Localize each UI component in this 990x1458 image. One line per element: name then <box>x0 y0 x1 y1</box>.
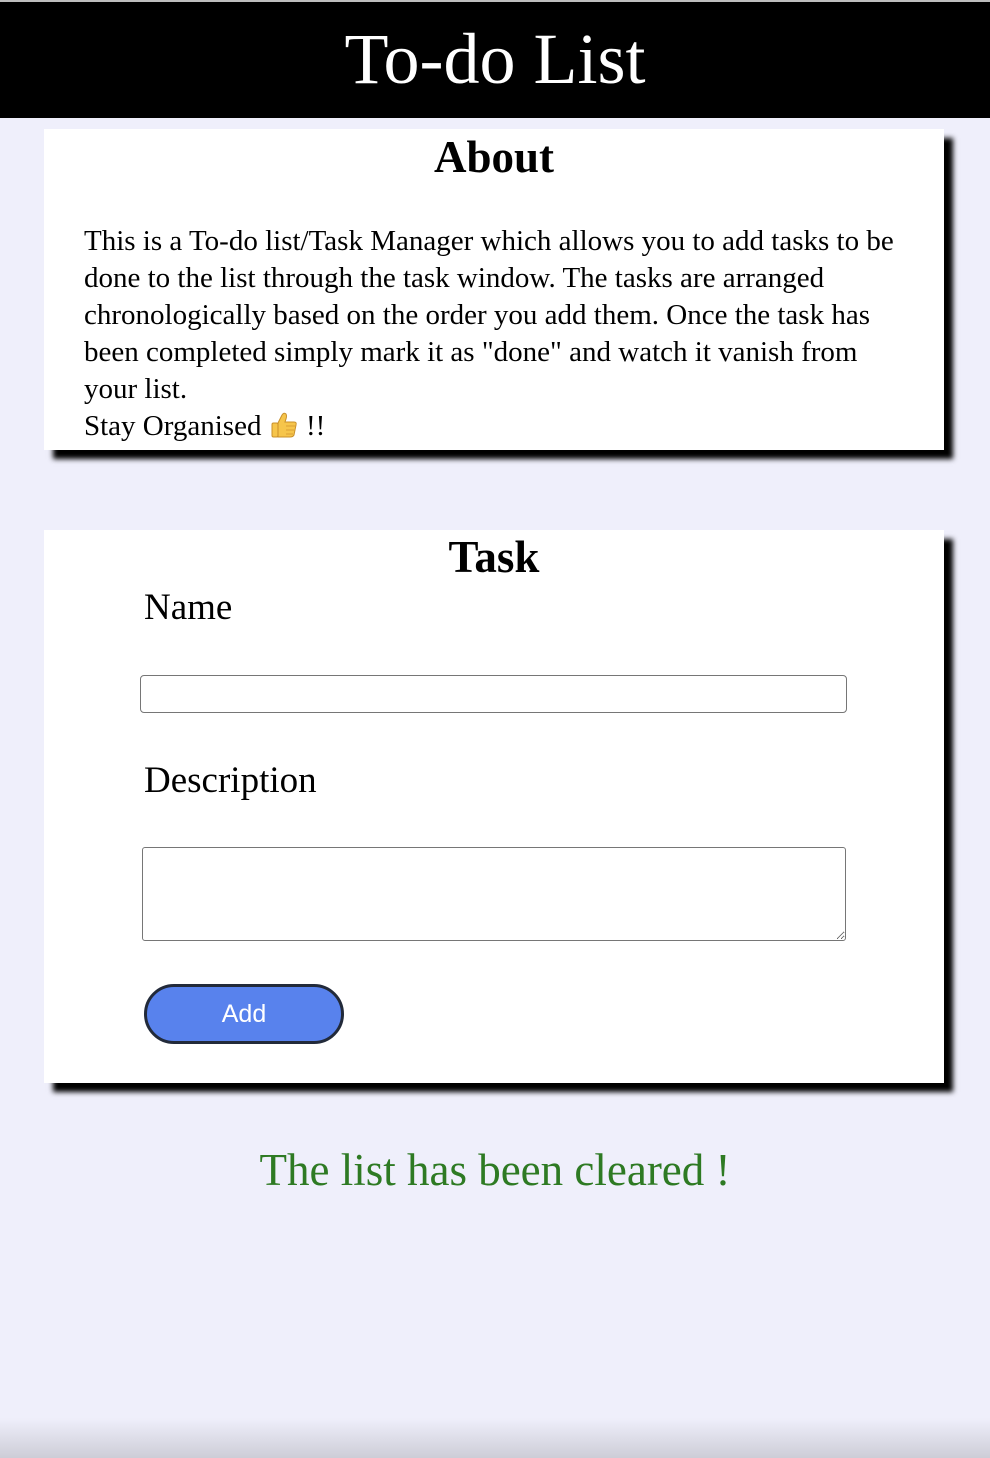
bottom-shade <box>0 1418 990 1458</box>
status-message: The list has been cleared ! <box>259 1145 731 1195</box>
page-title: To-do List <box>344 19 646 99</box>
description-label: Description <box>144 760 317 801</box>
description-input[interactable] <box>142 847 846 941</box>
page-header: To-do List <box>0 0 990 118</box>
thumbs-up-icon <box>269 410 299 440</box>
tagline-end: !! <box>305 410 326 442</box>
about-title: About <box>433 132 555 182</box>
task-title: Task <box>448 532 540 582</box>
task-card: Task Name Description Add <box>44 530 944 1083</box>
name-input[interactable] <box>140 675 847 713</box>
about-text: This is a To-do list/Task Manager which … <box>84 223 914 445</box>
tagline-text: Stay Organised <box>84 410 262 442</box>
about-tagline: Stay Organised !! <box>84 408 914 445</box>
name-label: Name <box>144 587 233 628</box>
add-button[interactable]: Add <box>144 984 344 1044</box>
about-card: About This is a To-do list/Task Manager … <box>44 129 944 450</box>
about-description: This is a To-do list/Task Manager which … <box>84 225 894 405</box>
